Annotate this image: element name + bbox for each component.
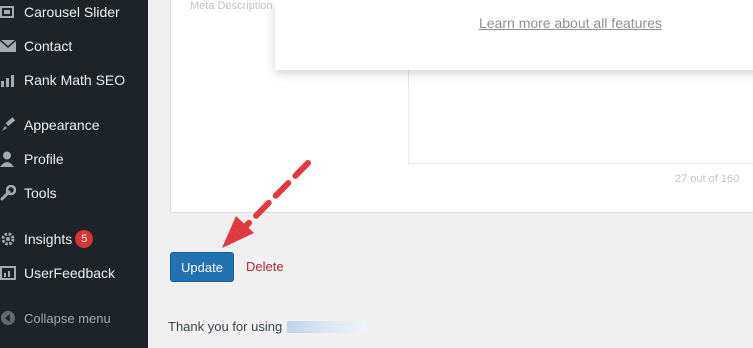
redacted-link: [287, 321, 367, 333]
user-icon: [0, 149, 24, 169]
sidebar-item-label: Tools: [24, 185, 57, 201]
sidebar-item-userfeedback[interactable]: UserFeedback: [0, 258, 148, 288]
update-button[interactable]: Update: [170, 252, 234, 282]
sidebar-item-label: Appearance: [24, 117, 100, 133]
preview-box: [408, 60, 753, 164]
sidebar-item-profile[interactable]: Profile: [0, 144, 148, 174]
wrench-icon: [0, 183, 24, 203]
sidebar-item-label: Insights: [24, 231, 73, 247]
meta-description-label: Meta Description: [190, 0, 273, 12]
sidebar-item-carousel-slider[interactable]: Carousel Slider: [0, 0, 148, 27]
sidebar-item-contact[interactable]: Contact: [0, 31, 148, 61]
gear-icon: [0, 229, 24, 249]
feedback-icon: [0, 263, 24, 283]
sidebar-item-insights[interactable]: Insights 5: [0, 224, 148, 254]
sidebar-item-label: UserFeedback: [24, 265, 116, 281]
delete-link[interactable]: Delete: [246, 259, 284, 274]
collapse-icon: [0, 308, 24, 328]
sidebar-item-label: Contact: [24, 38, 73, 54]
sidebar-item-label: Rank Math SEO: [24, 72, 126, 88]
sidebar-item-tools[interactable]: Tools: [0, 178, 148, 208]
slides-icon: [0, 2, 24, 22]
sidebar-item-label: Carousel Slider: [24, 4, 120, 20]
chart-icon: [0, 70, 24, 90]
admin-sidebar: Carousel Slider Contact Rank Math SEO Ap…: [0, 0, 148, 348]
paintbrush-icon: [0, 115, 24, 135]
envelope-icon: [0, 36, 24, 56]
learn-more-link[interactable]: Learn more about all features: [479, 15, 662, 31]
features-popup: [275, 0, 753, 70]
collapse-menu-label: Collapse menu: [24, 310, 111, 326]
sidebar-item-appearance[interactable]: Appearance: [0, 110, 148, 140]
sidebar-item-rank-math-seo[interactable]: Rank Math SEO: [0, 65, 148, 95]
notification-badge: 5: [75, 230, 94, 248]
collapse-menu-button[interactable]: Collapse menu: [0, 303, 148, 333]
character-count: 27 out of 160: [675, 173, 740, 185]
footer-thanks-text: Thank you for using: [168, 319, 283, 334]
sidebar-item-label: Profile: [24, 151, 64, 167]
